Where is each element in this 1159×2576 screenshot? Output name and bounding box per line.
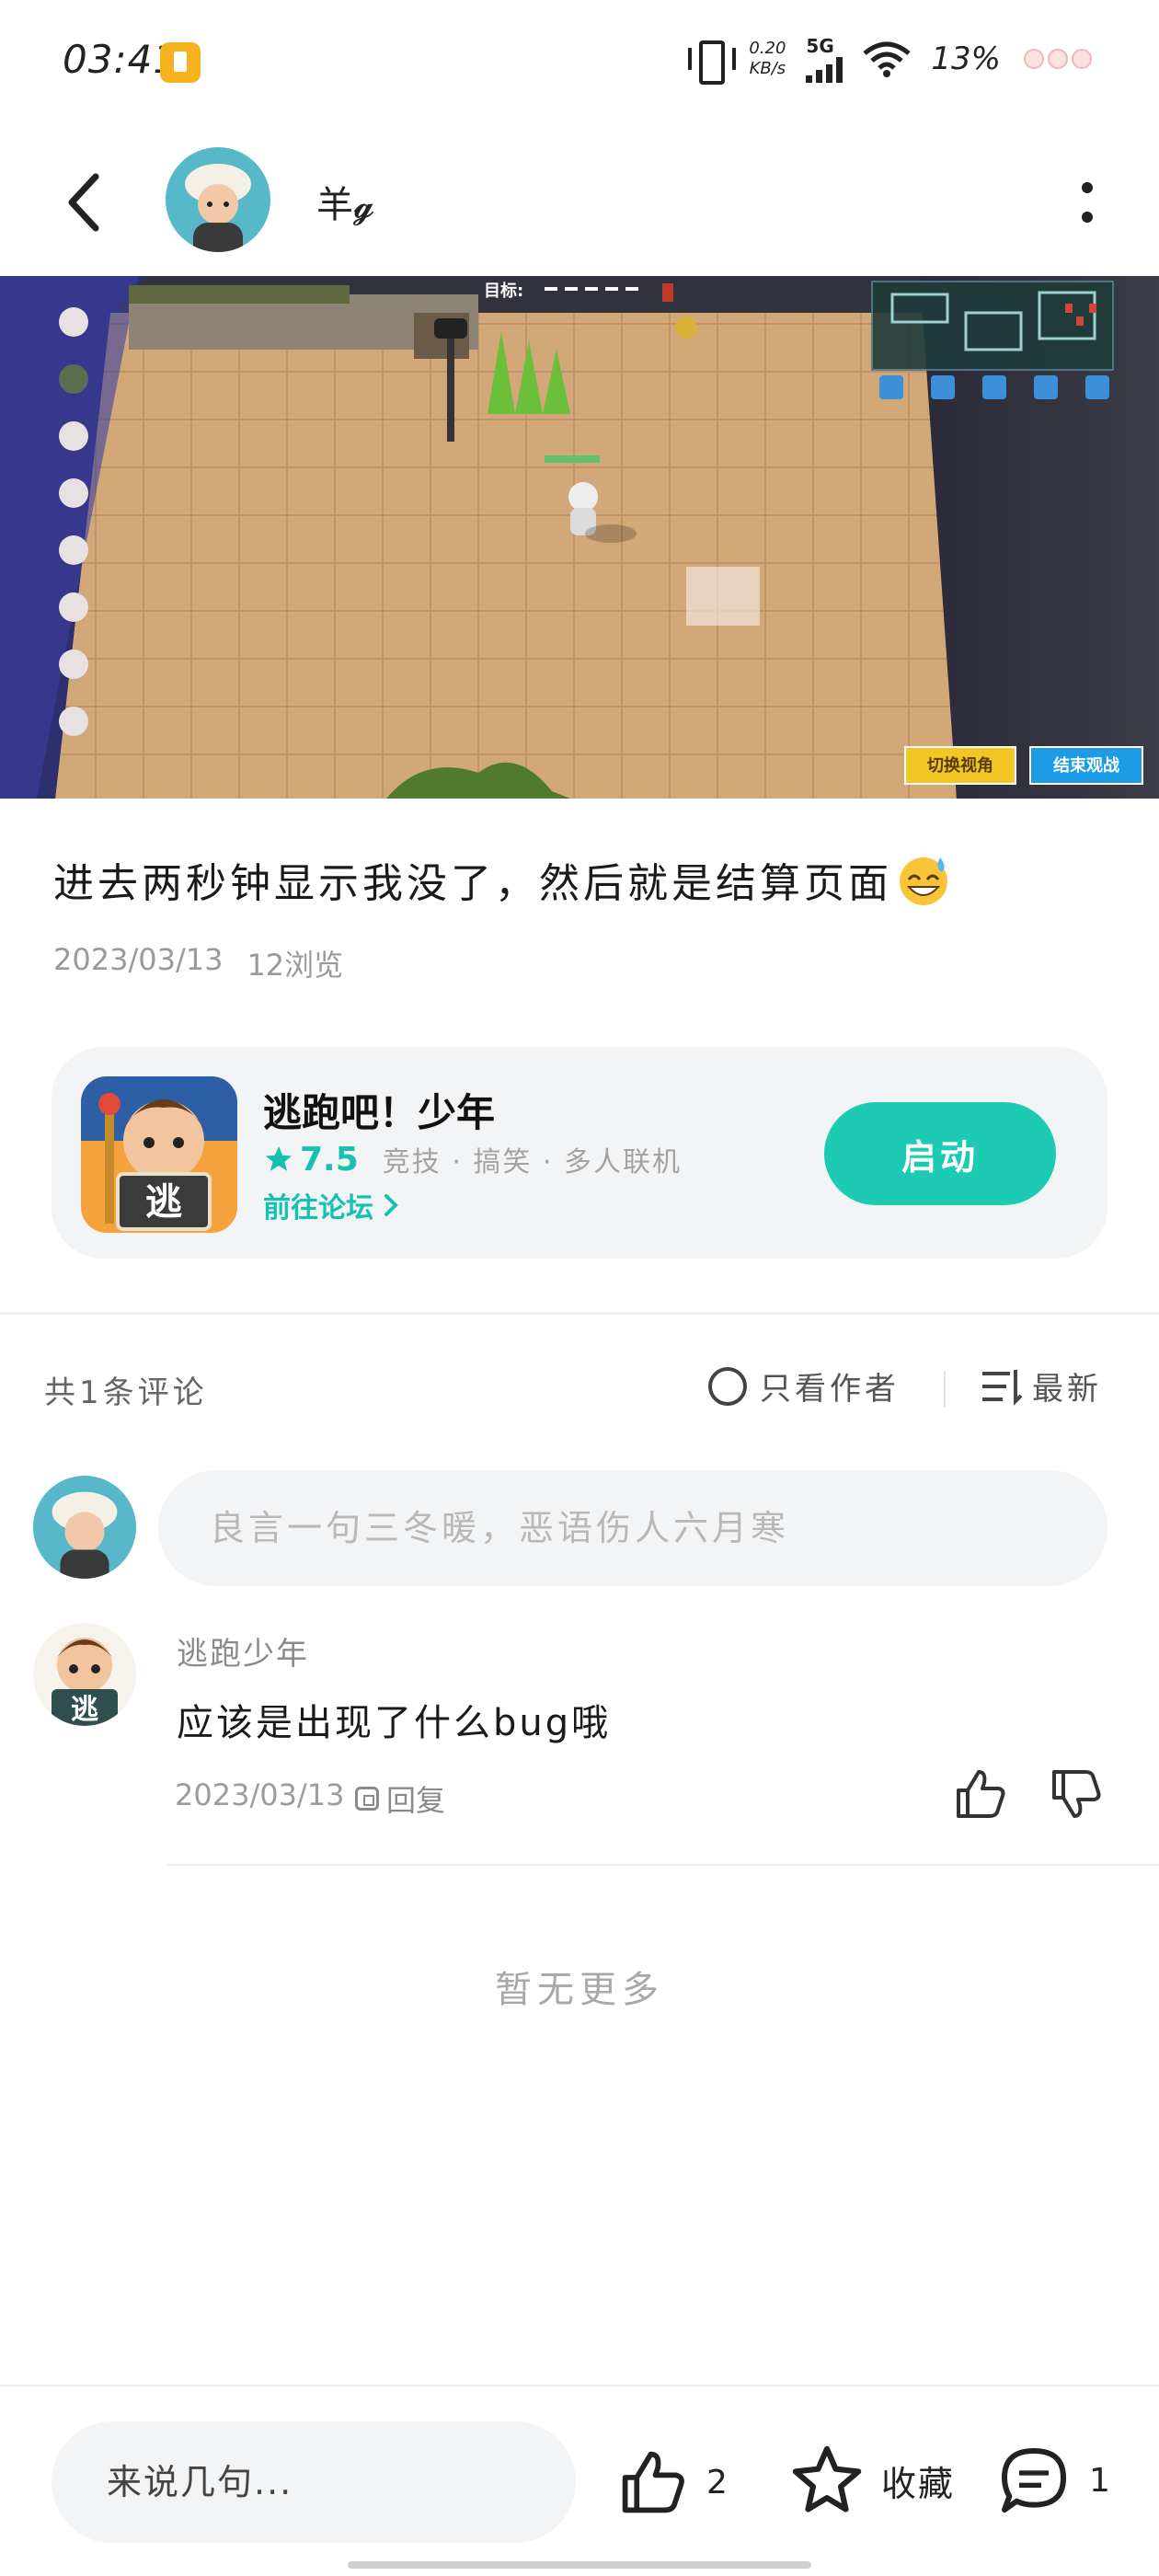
chevron-right-icon — [384, 1194, 398, 1216]
home-indicator[interactable] — [348, 2561, 811, 2569]
post-date: 2023/03/13 — [53, 942, 224, 977]
end-spectate-button: 结束观战 — [1053, 755, 1119, 776]
reply-button[interactable]: 回复 — [355, 1777, 445, 1820]
thumbs-up-icon — [622, 2451, 684, 2513]
forum-link-label: 前往论坛 — [263, 1192, 373, 1225]
comment-button[interactable]: 1 — [997, 2444, 1110, 2517]
comments-count: 共1条评论 — [44, 1374, 208, 1411]
vibrate-icon — [688, 40, 737, 85]
bottom-divider — [0, 2385, 1159, 2386]
commenter-name[interactable]: 逃跑少年 — [177, 1628, 309, 1673]
net-speed-unit: KB/s — [749, 59, 786, 78]
favorite-label: 收藏 — [881, 2463, 956, 2504]
comment-text: 应该是出现了什么bug哦 — [177, 1702, 612, 1744]
game-screenshot: 目标: 切换视角 结束观战 — [0, 276, 1159, 799]
my-avatar — [33, 1476, 136, 1579]
star-icon — [265, 1145, 293, 1171]
post-image[interactable]: 目标: 切换视角 结束观战 — [0, 276, 1159, 799]
wifi-icon — [863, 41, 912, 77]
comment-date: 2023/03/13 — [175, 1777, 345, 1812]
game-icon-letter: 逃 — [145, 1181, 182, 1224]
post-text: 进去两秒钟显示我没了，然后就是结算页面 — [53, 860, 892, 907]
decorative-sticker-icon — [1024, 49, 1092, 69]
commenter-avatar[interactable]: 逃 — [33, 1623, 136, 1726]
section-divider — [0, 1312, 1159, 1315]
comment-divider — [167, 1864, 1159, 1866]
sort-icon — [982, 1369, 1023, 1405]
launch-button[interactable]: 启动 — [824, 1102, 1056, 1205]
sort-button[interactable]: 最新 — [982, 1363, 1102, 1409]
author-only-label: 只看作者 — [760, 1371, 900, 1408]
network-type: 5G — [806, 35, 834, 57]
like-button[interactable]: 2 — [618, 2447, 728, 2517]
game-target-label: 目标: — [484, 281, 523, 301]
status-bar: 03:41 0.20 KB/s 5G 13% — [0, 0, 1159, 120]
comment-count: 1 — [1089, 2461, 1110, 2500]
thumbs-down-icon[interactable] — [1049, 1766, 1104, 1822]
battery-saver-icon — [160, 42, 201, 83]
more-dot-icon — [1082, 212, 1093, 223]
game-tags: 竞技 · 搞笑 · 多人联机 — [382, 1146, 682, 1179]
more-options-button[interactable] — [1078, 182, 1096, 223]
like-count: 2 — [706, 2463, 728, 2501]
author-avatar[interactable] — [166, 147, 270, 252]
quick-comment-input[interactable] — [52, 2421, 576, 2543]
switch-view-button: 切换视角 — [927, 755, 993, 776]
game-title[interactable]: 逃跑吧！少年 — [263, 1082, 495, 1138]
cellular-signal-icon: 5G — [806, 35, 843, 83]
reply-icon — [355, 1787, 379, 1811]
sweat-smile-emoji-icon — [900, 857, 947, 905]
favorite-button[interactable]: 收藏 — [789, 2444, 955, 2517]
game-rating-row: 7.5 竞技 · 搞笑 · 多人联机 — [263, 1139, 682, 1179]
net-speed: 0.20 KB/s — [749, 39, 786, 79]
more-dot-icon — [1082, 182, 1093, 193]
back-button[interactable] — [55, 166, 110, 239]
comment-input[interactable] — [158, 1470, 1107, 1586]
battery-level: 13% — [931, 40, 1001, 77]
game-icon[interactable]: 逃 — [81, 1076, 237, 1233]
vertical-separator — [944, 1371, 946, 1408]
net-speed-value: 0.20 — [749, 39, 786, 58]
thumbs-up-icon[interactable] — [953, 1766, 1008, 1822]
post-views: 12浏览 — [247, 948, 344, 983]
comment-bubble-icon — [1002, 2448, 1066, 2513]
star-outline-icon — [792, 2445, 862, 2513]
chevron-left-icon — [68, 173, 99, 232]
commenter-avatar-letter: 逃 — [71, 1694, 98, 1726]
game-card[interactable]: 逃 逃跑吧！少年 7.5 竞技 · 搞笑 · 多人联机 前往论坛 启动 — [52, 1047, 1107, 1259]
post-header: 羊𝓰 — [0, 138, 1159, 267]
author-only-toggle[interactable]: 只看作者 — [708, 1363, 900, 1409]
status-icons: 0.20 KB/s 5G 13% — [688, 35, 1095, 85]
game-rating: 7.5 — [263, 1141, 359, 1179]
radio-icon — [708, 1366, 747, 1406]
sort-label: 最新 — [1032, 1371, 1102, 1408]
post-body: 进去两秒钟显示我没了，然后就是结算页面 — [53, 850, 951, 909]
author-name[interactable]: 羊𝓰 — [316, 175, 374, 228]
reply-label: 回复 — [386, 1783, 446, 1818]
game-rating-value: 7.5 — [300, 1140, 359, 1179]
post-meta: 2023/03/13 12浏览 — [53, 942, 343, 984]
no-more-text: 暂无更多 — [495, 1969, 664, 2011]
forum-link[interactable]: 前往论坛 — [263, 1185, 399, 1225]
